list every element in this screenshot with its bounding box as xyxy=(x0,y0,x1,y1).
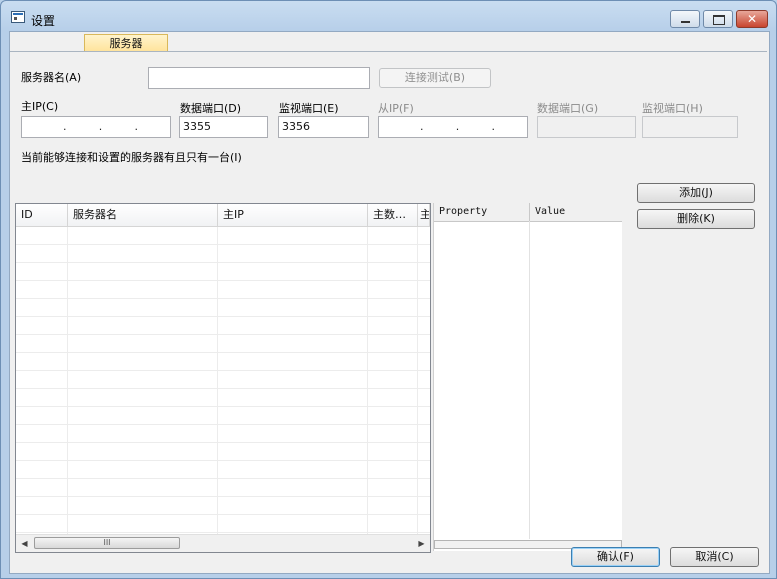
table-row xyxy=(16,389,430,407)
table-row xyxy=(16,317,430,335)
server-name-input[interactable] xyxy=(148,67,370,89)
column-header[interactable]: 主数… xyxy=(368,204,418,226)
slave-data-port-input[interactable] xyxy=(537,116,636,138)
slave-data-port-label: 数据端口(G) xyxy=(537,102,599,115)
property-header: Property Value xyxy=(434,203,622,222)
column-header[interactable]: ID xyxy=(16,204,68,226)
server-name-label: 服务器名(A) xyxy=(21,71,82,84)
table-row xyxy=(16,443,430,461)
property-column-header[interactable]: Property xyxy=(434,203,530,221)
slave-ip-input[interactable]: ... xyxy=(378,116,528,138)
delete-button[interactable]: 删除(K) xyxy=(637,209,755,229)
table-row xyxy=(16,353,430,371)
title-bar[interactable]: 设置 ✕ xyxy=(1,1,776,31)
ip-separators: ... xyxy=(63,120,138,133)
table-row xyxy=(16,245,430,263)
ip-separators: ... xyxy=(420,120,495,133)
main-ip-input[interactable]: ... xyxy=(21,116,171,138)
server-tab-panel: 服务器名(A) 连接测试(B) 主IP(C) 数据端口(D) 监视端口(E) 从… xyxy=(10,51,767,553)
window-title: 设置 xyxy=(31,14,56,28)
column-header[interactable]: 服务器名 xyxy=(68,204,218,226)
server-note: 当前能够连接和设置的服务器有且只有一台(I) xyxy=(21,151,242,164)
monitor-port-label: 监视端口(E) xyxy=(279,102,339,115)
table-row xyxy=(16,227,430,245)
close-button[interactable]: ✕ xyxy=(736,10,768,28)
table-row xyxy=(16,515,430,533)
table-row xyxy=(16,299,430,317)
data-port-input[interactable]: 3355 xyxy=(179,116,268,138)
tab-server[interactable]: 服务器 xyxy=(84,34,168,52)
data-port-label: 数据端口(D) xyxy=(180,102,242,115)
table-row xyxy=(16,263,430,281)
table-row xyxy=(16,425,430,443)
table-row xyxy=(16,461,430,479)
table-row xyxy=(16,479,430,497)
caption-buttons: ✕ xyxy=(670,10,768,28)
table-row xyxy=(16,407,430,425)
column-header[interactable]: 主 xyxy=(418,204,430,226)
main-ip-label: 主IP(C) xyxy=(21,100,59,113)
slave-monitor-port-label: 监视端口(H) xyxy=(642,102,703,115)
settings-window: 设置 ✕ 服务器 服务器名(A) 连接测试(B) 主IP(C) 数据端口(D) … xyxy=(0,0,777,579)
table-row xyxy=(16,371,430,389)
dialog-client: 服务器 服务器名(A) 连接测试(B) 主IP(C) 数据端口(D) 监视端口(… xyxy=(9,31,770,574)
slave-ip-label: 从IP(F) xyxy=(378,102,414,115)
slave-monitor-port-input[interactable] xyxy=(642,116,738,138)
column-divider xyxy=(529,221,530,539)
property-grid[interactable]: Property Value xyxy=(433,203,622,551)
connection-test-button[interactable]: 连接测试(B) xyxy=(379,68,491,88)
server-grid[interactable]: ID 服务器名 主IP 主数… 主 ◀ III ▶ xyxy=(15,203,431,553)
add-button[interactable]: 添加(J) xyxy=(637,183,755,203)
table-row xyxy=(16,335,430,353)
dialog-footer: 确认(F) 取消(C) xyxy=(10,539,769,573)
minimize-button[interactable] xyxy=(670,10,700,28)
cancel-button[interactable]: 取消(C) xyxy=(670,547,759,567)
table-row xyxy=(16,497,430,515)
app-icon xyxy=(11,11,25,23)
value-column-header[interactable]: Value xyxy=(530,203,622,221)
column-header[interactable]: 主IP xyxy=(218,204,368,226)
table-row xyxy=(16,281,430,299)
ok-button[interactable]: 确认(F) xyxy=(571,547,660,567)
monitor-port-input[interactable]: 3356 xyxy=(278,116,369,138)
maximize-button[interactable] xyxy=(703,10,733,28)
grid-body xyxy=(16,227,430,535)
close-icon: ✕ xyxy=(746,12,758,26)
grid-header: ID 服务器名 主IP 主数… 主 xyxy=(16,204,430,227)
